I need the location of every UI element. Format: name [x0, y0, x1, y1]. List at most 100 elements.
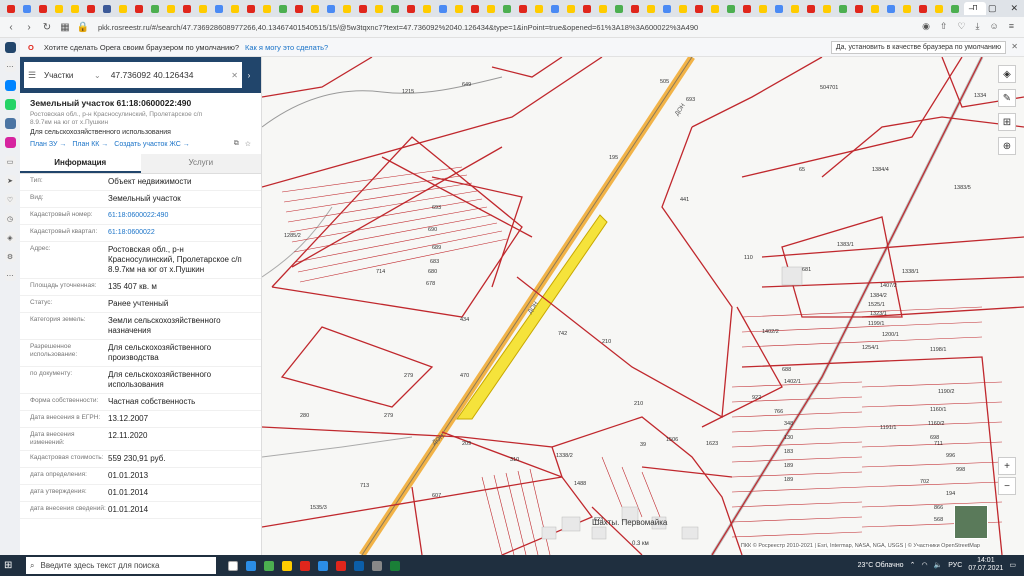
- tab-icon[interactable]: [375, 4, 383, 13]
- tab-icon[interactable]: [247, 4, 255, 13]
- heart-icon[interactable]: ♡: [4, 194, 16, 205]
- tab-icon[interactable]: [439, 4, 447, 13]
- tab-icon[interactable]: [199, 4, 207, 13]
- tab-icon[interactable]: [599, 4, 607, 13]
- tab-icon[interactable]: [487, 4, 495, 13]
- tab-icon[interactable]: [103, 4, 111, 13]
- tab-icon[interactable]: [311, 4, 319, 13]
- tab-icon[interactable]: [791, 4, 799, 13]
- edge-icon[interactable]: [246, 560, 256, 571]
- notifications-icon[interactable]: ▭: [1009, 561, 1016, 569]
- map-canvas[interactable]: [262, 57, 1024, 555]
- tab-services[interactable]: Услуги: [140, 154, 261, 173]
- speed-dial-icon[interactable]: [4, 42, 16, 53]
- network-icon[interactable]: ◠: [921, 561, 927, 569]
- zoom-out-button[interactable]: −: [998, 477, 1016, 495]
- close-window-icon[interactable]: ✕: [1010, 3, 1018, 14]
- tab-icon[interactable]: [935, 4, 943, 13]
- tab-icon[interactable]: [663, 4, 671, 13]
- tab-icon[interactable]: [759, 4, 767, 13]
- weather-text[interactable]: 23°C Облачно: [858, 562, 904, 569]
- opera-logo-icon[interactable]: [7, 4, 15, 13]
- tab-icon[interactable]: [471, 4, 479, 13]
- tab-icon[interactable]: [135, 4, 143, 13]
- set-default-button[interactable]: Да, установить в качестве браузера по ум…: [830, 41, 1006, 54]
- clock[interactable]: 14:01 07.07.2021: [968, 557, 1003, 573]
- tab-icon[interactable]: [535, 4, 543, 13]
- tab-icon[interactable]: [631, 4, 639, 13]
- plan-kk-link[interactable]: План КК →: [72, 141, 108, 148]
- tab-icon[interactable]: [423, 4, 431, 13]
- ellipsis-icon[interactable]: ⋯: [4, 61, 16, 72]
- tab-icon[interactable]: [503, 4, 511, 13]
- back-icon[interactable]: ‹: [4, 22, 18, 33]
- tab-icon[interactable]: [711, 4, 719, 13]
- cadastral-quarter-link[interactable]: 61:18:0600022: [108, 228, 251, 238]
- cadastral-map[interactable]: 649 1215 505 693 195 441 504701 1334 1384/4 1383/…: [262, 57, 1024, 555]
- tab-icon[interactable]: [183, 4, 191, 13]
- locate-button[interactable]: ⊕: [998, 137, 1016, 155]
- tab-icon[interactable]: [391, 4, 399, 13]
- vk-icon[interactable]: [4, 118, 16, 129]
- tab-icon[interactable]: [279, 4, 287, 13]
- app-icon[interactable]: [318, 560, 328, 571]
- tab-icon[interactable]: [39, 4, 47, 13]
- tab-information[interactable]: Информация: [20, 154, 141, 173]
- opera-icon[interactable]: [336, 560, 346, 571]
- cadastral-number-link[interactable]: 61:18:0600022:490: [108, 211, 251, 221]
- url-field[interactable]: pkk.rosreestr.ru/#/search/47.73692860897…: [98, 23, 738, 32]
- download-icon[interactable]: ⤓: [976, 21, 980, 32]
- search-type-select[interactable]: Участки: [44, 71, 94, 80]
- grid-icon[interactable]: ▦: [58, 22, 72, 33]
- tab-icon[interactable]: [919, 4, 927, 13]
- flow-icon[interactable]: ▭: [4, 156, 16, 167]
- chevron-down-icon[interactable]: ⌄: [94, 71, 101, 80]
- tab-icon[interactable]: [231, 4, 239, 13]
- tab-icon[interactable]: [327, 4, 335, 13]
- tab-icon[interactable]: [871, 4, 879, 13]
- star-icon[interactable]: ☆: [245, 140, 251, 148]
- excel-icon[interactable]: [390, 560, 400, 571]
- search-input[interactable]: 47.736092 40.126434: [111, 70, 194, 80]
- tab-icon[interactable]: [407, 4, 415, 13]
- tab-icon[interactable]: [727, 4, 735, 13]
- tab-icon[interactable]: [567, 4, 575, 13]
- word-icon[interactable]: [354, 560, 364, 571]
- task-view-icon[interactable]: [228, 560, 238, 571]
- tab-icon[interactable]: [887, 4, 895, 13]
- tab-icon[interactable]: [455, 4, 463, 13]
- notice-link[interactable]: Как я могу это сделать?: [245, 43, 328, 52]
- tab-icon[interactable]: [775, 4, 783, 13]
- clear-icon[interactable]: ✕: [231, 71, 238, 80]
- tab-icon[interactable]: [807, 4, 815, 13]
- minimize-icon[interactable]: –: [969, 3, 974, 14]
- tab-icon[interactable]: [359, 4, 367, 13]
- search-button[interactable]: ›: [242, 62, 256, 88]
- tab-icon[interactable]: [55, 4, 63, 13]
- pencil-button[interactable]: ✎: [998, 89, 1016, 107]
- more-icon[interactable]: ⋯: [4, 270, 16, 281]
- chrome-icon[interactable]: [264, 560, 274, 571]
- tab-icon[interactable]: [855, 4, 863, 13]
- history-icon[interactable]: ◷: [4, 213, 16, 224]
- tab-icon[interactable]: [263, 4, 271, 13]
- cube-icon[interactable]: ◈: [4, 232, 16, 243]
- profile-icon[interactable]: ☺: [990, 21, 999, 32]
- send-icon[interactable]: ➤: [4, 175, 16, 186]
- reload-icon[interactable]: ↻: [40, 22, 54, 33]
- camera-icon[interactable]: ◉: [922, 21, 930, 32]
- tab-icon[interactable]: [343, 4, 351, 13]
- messenger-icon[interactable]: [4, 80, 16, 91]
- bookmark-icon[interactable]: ♡: [957, 21, 965, 32]
- tab-icon[interactable]: [519, 4, 527, 13]
- yandex-icon[interactable]: [300, 560, 310, 571]
- tab-icon[interactable]: [583, 4, 591, 13]
- tab-icon[interactable]: [903, 4, 911, 13]
- satellite-thumbnail[interactable]: [954, 505, 988, 539]
- tab-icon[interactable]: [71, 4, 79, 13]
- maximize-icon[interactable]: ▢: [988, 3, 997, 14]
- taskbar-search[interactable]: ⌕ Введите здесь текст для поиска: [26, 557, 216, 574]
- plan-zu-link[interactable]: План ЗУ →: [30, 141, 66, 148]
- whatsapp-icon[interactable]: [4, 99, 16, 110]
- tab-icon[interactable]: [839, 4, 847, 13]
